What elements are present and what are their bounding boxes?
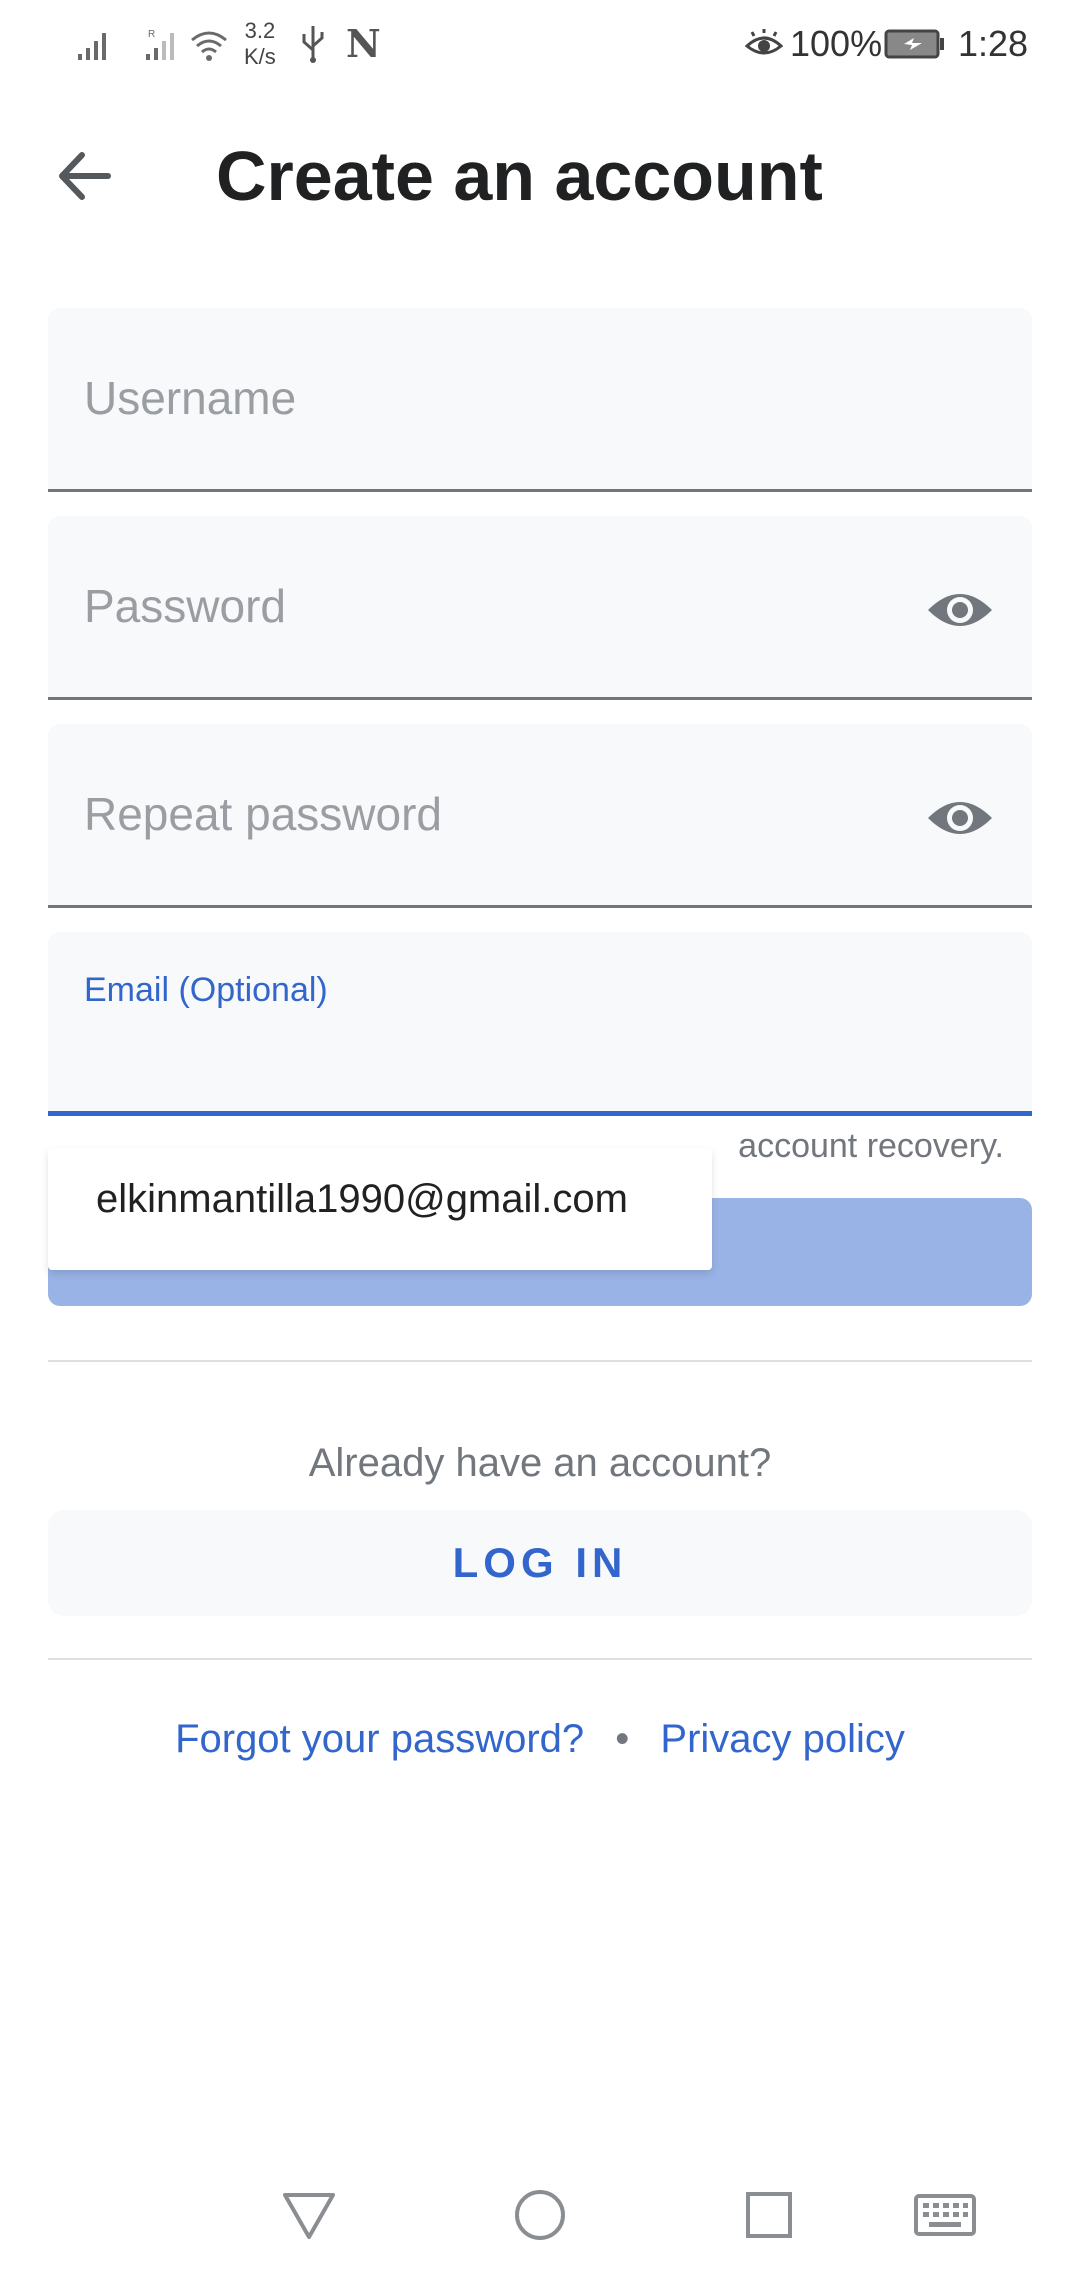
back-triangle-icon <box>283 2193 335 2239</box>
network-speed-value: 3.2 <box>244 18 276 43</box>
email-field[interactable]: Email (Optional) <box>48 932 1032 1116</box>
eye-comfort-icon <box>744 29 784 55</box>
footer-separator: • <box>615 1717 630 1761</box>
already-have-account-text: Already have an account? <box>308 1441 772 1485</box>
nav-keyboard-button[interactable] <box>900 2170 990 2260</box>
autofill-suggestion-item[interactable]: elkinmantilla1990@gmail.com <box>96 1174 628 1224</box>
autofill-suggestion-popup[interactable]: elkinmantilla1990@gmail.com <box>48 1148 712 1270</box>
privacy-policy-link[interactable]: Privacy policy <box>660 1717 905 1761</box>
network-n-icon: N <box>346 21 381 66</box>
nav-recents-button[interactable] <box>724 2170 814 2260</box>
forgot-password-link[interactable]: Forgot your password? <box>175 1717 584 1761</box>
network-speed: 3.2 K/s <box>244 18 276 70</box>
keyboard-icon <box>914 2194 976 2236</box>
status-bar: R 3.2 K/s N 100% 1:28 <box>0 0 1080 90</box>
password-placeholder: Password <box>84 580 286 632</box>
wifi-icon <box>191 31 227 61</box>
username-field[interactable]: Username <box>48 308 1032 492</box>
clock: 1:28 <box>958 23 1029 64</box>
eye-icon <box>928 802 992 834</box>
password-field[interactable]: Password <box>48 516 1032 700</box>
cellular-roaming-signal-icon: R <box>146 29 174 60</box>
nav-back-button[interactable] <box>264 2170 354 2260</box>
home-circle-icon <box>515 2190 565 2240</box>
nav-home-button[interactable] <box>495 2170 585 2260</box>
email-helper-text: account recovery. <box>738 1127 1004 1165</box>
usb-icon <box>302 26 324 63</box>
cellular-signal-icon <box>78 33 106 60</box>
system-navigation-bar <box>0 2170 1080 2260</box>
divider <box>48 1658 1032 1660</box>
battery-percent: 100% <box>790 23 883 64</box>
arrow-left-icon <box>59 152 111 200</box>
show-repeat-password-toggle[interactable] <box>924 782 996 854</box>
email-label: Email (Optional) <box>84 971 328 1009</box>
back-button[interactable] <box>48 140 120 212</box>
page-title: Create an account <box>216 137 823 215</box>
login-button[interactable]: LOG IN <box>48 1510 1032 1616</box>
repeat-password-field[interactable]: Repeat password <box>48 724 1032 908</box>
recents-square-icon <box>746 2192 792 2238</box>
battery-charging-icon <box>884 29 944 59</box>
footer-links: Forgot your password? • Privacy policy <box>0 1714 1080 1764</box>
username-placeholder: Username <box>84 372 297 424</box>
eye-icon <box>928 594 992 626</box>
divider <box>48 1360 1032 1362</box>
svg-text:R: R <box>148 29 155 40</box>
show-password-toggle[interactable] <box>924 574 996 646</box>
network-speed-unit: K/s <box>244 44 276 69</box>
repeat-password-placeholder: Repeat password <box>84 788 442 840</box>
